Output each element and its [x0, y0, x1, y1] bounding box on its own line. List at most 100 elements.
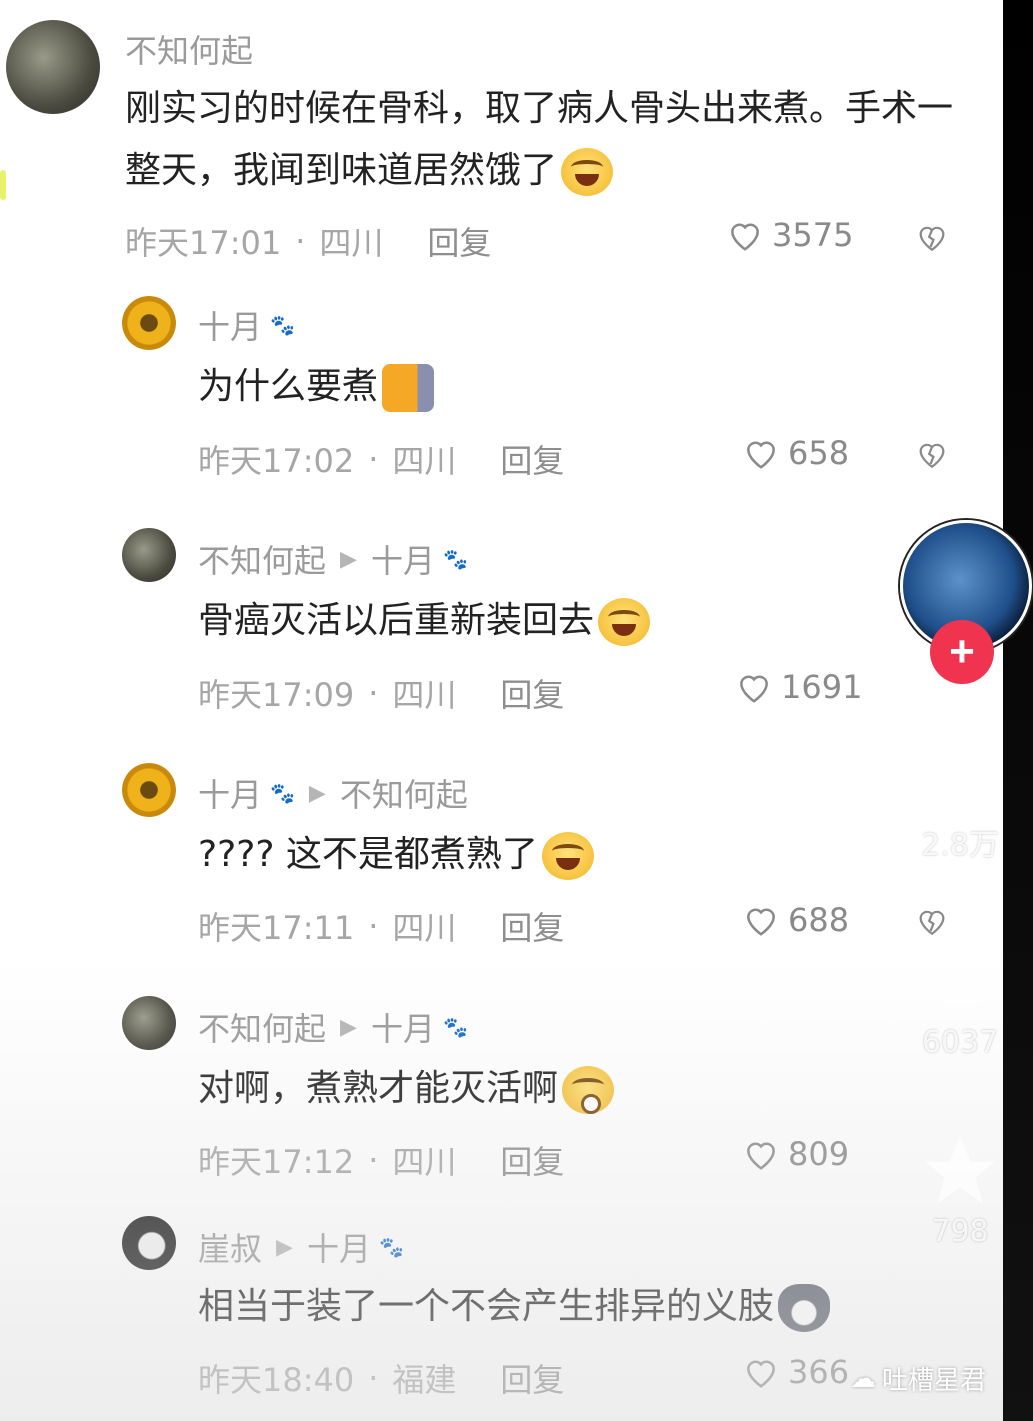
username-text[interactable]: 十月 [198, 770, 262, 816]
star-icon [925, 1137, 995, 1204]
reply-button[interactable]: 回复 [500, 1355, 564, 1401]
heart-icon [740, 675, 768, 703]
timestamp: 昨天18:40 [198, 1361, 355, 1399]
separator-dot: · [368, 674, 379, 712]
side-favorite-count: 798 [931, 1214, 989, 1249]
broken-heart-icon[interactable] [915, 904, 949, 938]
peeking-cat-emoji [382, 364, 435, 412]
comment-text: 为什么要煮 [198, 356, 938, 418]
left-accent-mark [0, 170, 6, 200]
side-favorite-button[interactable]: 798 [918, 1130, 1002, 1249]
avatar[interactable] [122, 528, 176, 582]
avatar[interactable] [122, 1216, 176, 1270]
separator-dot: · [295, 222, 306, 260]
location: 四川 [392, 442, 457, 480]
heart-icon [747, 908, 775, 936]
comment-meta: 昨天17:01 · 四川 回复 [125, 218, 491, 264]
like-button[interactable]: 658 [742, 434, 849, 472]
avatar[interactable] [122, 763, 176, 817]
reply-target[interactable]: 十月 [307, 1224, 371, 1270]
broken-heart-icon[interactable] [915, 220, 949, 254]
comment-thread-page: 不知何起 刚实习的时候在骨科，取了病人骨头出来煮。手术一整天，我闻到味道居然饿了… [0, 0, 1033, 1421]
username[interactable]: 不知何起 ▶ 十月 🐾 [198, 536, 468, 582]
comment-meta: 昨天17:11 · 四川 回复 [198, 903, 564, 949]
comment-body: 为什么要煮 [198, 366, 379, 407]
comment-bubble-icon [922, 946, 998, 1007]
laugh-cry-emoji [541, 832, 594, 880]
username-text[interactable]: 不知何起 [198, 536, 326, 582]
heart-icon [747, 1360, 775, 1388]
reply-button[interactable]: 回复 [500, 670, 564, 716]
reply-button[interactable]: 回复 [500, 436, 564, 482]
location: 四川 [319, 224, 384, 262]
reply-target[interactable]: 不知何起 [340, 770, 468, 816]
timestamp: 昨天17:11 [198, 909, 355, 947]
timestamp: 昨天17:12 [198, 1143, 355, 1181]
paw-icon: 🐾 [442, 1015, 468, 1039]
avatar[interactable] [122, 296, 176, 350]
like-count: 3575 [772, 216, 854, 254]
username[interactable]: 不知何起 ▶ 十月 🐾 [198, 1004, 468, 1050]
follow-plus-button[interactable]: + [930, 620, 994, 684]
like-count: 1691 [781, 668, 863, 706]
like-button[interactable]: 366 [742, 1353, 849, 1391]
username[interactable]: 不知何起 [125, 26, 253, 72]
paw-icon: 🐾 [270, 781, 295, 805]
separator-dot: · [368, 1141, 379, 1179]
paw-icon: 🐾 [378, 1235, 404, 1259]
wechat-logo-icon: ☁ [850, 1363, 876, 1394]
broken-heart-icon[interactable] [915, 437, 949, 471]
reply-target[interactable]: 十月 [371, 536, 435, 582]
watermark: ☁ 吐槽星君 [850, 1360, 986, 1397]
laugh-cry-emoji [561, 148, 614, 196]
reply-target[interactable]: 十月 [371, 1004, 435, 1050]
side-comment-button[interactable]: 6037 [915, 935, 1005, 1060]
separator-dot: · [368, 907, 379, 945]
comment-text: 相当于装了一个不会产生排异的义肢 [198, 1276, 918, 1338]
comment-body: 骨癌灭活以后重新装回去 [198, 600, 595, 641]
username[interactable]: 十月 🐾 ▶ 不知何起 [198, 770, 468, 816]
like-button[interactable]: 809 [742, 1135, 849, 1173]
reply-button[interactable]: 回复 [427, 218, 491, 264]
separator-dot: · [368, 440, 379, 478]
like-button[interactable]: 1691 [735, 668, 862, 706]
timestamp: 昨天17:09 [198, 676, 355, 714]
heart-icon [747, 441, 775, 469]
timestamp: 昨天17:02 [198, 442, 355, 480]
avatar[interactable] [6, 20, 100, 114]
shocked-emoji [562, 1066, 615, 1114]
username[interactable]: 十月 🐾 [198, 302, 295, 348]
separator-dot: · [368, 1359, 379, 1397]
comment-meta: 昨天17:02 · 四川 回复 [198, 436, 564, 482]
right-edge-strip [1003, 0, 1033, 1421]
comment-text: ???? 这不是都煮熟了 [198, 824, 898, 886]
side-like-button[interactable]: 2.8万 [915, 730, 1005, 864]
username-text[interactable]: 十月 [198, 302, 262, 348]
reply-button[interactable]: 回复 [500, 903, 564, 949]
watermark-text: 吐槽星君 [882, 1366, 987, 1396]
timestamp: 昨天17:01 [125, 224, 282, 262]
location: 四川 [392, 909, 457, 947]
husky-emoji [778, 1284, 831, 1332]
heart-icon [747, 1142, 775, 1170]
like-count: 366 [788, 1353, 850, 1391]
avatar[interactable] [122, 996, 176, 1050]
username-text[interactable]: 不知何起 [125, 26, 253, 72]
comment-meta: 昨天18:40 · 福建 回复 [198, 1355, 564, 1401]
username-text[interactable]: 不知何起 [198, 1004, 326, 1050]
comment-meta: 昨天17:12 · 四川 回复 [198, 1137, 564, 1183]
reply-arrow-icon: ▶ [276, 1234, 293, 1260]
laugh-cry-emoji [598, 598, 651, 646]
heart-icon [731, 223, 759, 251]
username-text[interactable]: 崖叔 [198, 1224, 262, 1270]
like-count: 809 [788, 1135, 850, 1173]
like-count: 688 [788, 901, 850, 939]
like-count: 658 [788, 434, 850, 472]
username[interactable]: 崖叔 ▶ 十月 🐾 [198, 1224, 404, 1270]
comment-meta: 昨天17:09 · 四川 回复 [198, 670, 564, 716]
reply-button[interactable]: 回复 [500, 1137, 564, 1183]
comment-body: ???? 这不是都煮熟了 [198, 834, 538, 875]
like-button[interactable]: 688 [742, 901, 849, 939]
reply-arrow-icon: ▶ [340, 546, 357, 572]
like-button[interactable]: 3575 [726, 216, 853, 254]
